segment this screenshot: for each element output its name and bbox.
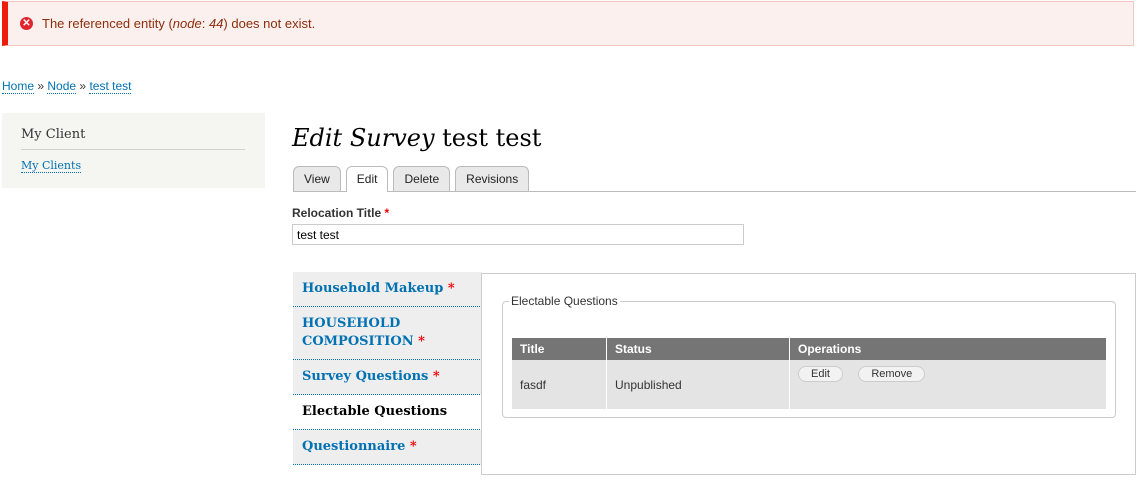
breadcrumb-home[interactable]: Home (2, 79, 35, 94)
vtab-electable-questions[interactable]: Electable Questions (293, 395, 482, 430)
header-operations: Operations (789, 338, 1107, 360)
relocation-title-input[interactable]: test test (292, 224, 744, 245)
tab-view[interactable]: View (293, 166, 341, 191)
edit-button[interactable]: Edit (798, 366, 843, 382)
page-title: Edit Survey test test (292, 124, 542, 152)
error-text: The referenced entity (node: 44) does no… (42, 16, 316, 31)
vtab-household-makeup[interactable]: Household Makeup * (293, 272, 482, 307)
error-message: ✕ The referenced entity (node: 44) does … (2, 1, 1134, 46)
primary-tabs: View Edit Delete Revisions (293, 166, 1136, 192)
tab-revisions[interactable]: Revisions (455, 166, 530, 191)
breadcrumb-current[interactable]: test test (89, 79, 132, 94)
cell-status: Unpublished (606, 360, 790, 409)
sidebar-block: My Client My Clients (2, 113, 265, 188)
vertical-tab-pane: Electable Questions Title Status Operati… (481, 273, 1136, 475)
sidebar-title: My Client (21, 127, 245, 150)
vtab-survey-questions[interactable]: Survey Questions * (293, 360, 482, 395)
header-status: Status (606, 338, 790, 360)
questions-table: Title Status Operations fasdf Unpublishe… (512, 338, 1107, 409)
my-clients-link[interactable]: My Clients (21, 159, 82, 173)
relocation-title-label: Relocation Title * (292, 206, 390, 220)
table-row: fasdf Unpublished Edit Remove (512, 360, 1107, 409)
remove-button[interactable]: Remove (858, 366, 926, 382)
tab-edit[interactable]: Edit (345, 166, 389, 192)
header-title: Title (512, 338, 607, 360)
breadcrumb: Home » Node » test test (2, 79, 132, 94)
electable-questions-fieldset: Electable Questions Title Status Operati… (502, 294, 1116, 418)
fieldset-legend: Electable Questions (511, 294, 618, 308)
cell-title: fasdf (512, 360, 607, 409)
vertical-tabs: Household Makeup * HOUSEHOLD COMPOSITION… (293, 272, 482, 465)
cell-operations: Edit Remove (789, 360, 1107, 409)
breadcrumb-node[interactable]: Node (47, 79, 77, 94)
vtab-household-composition[interactable]: HOUSEHOLD COMPOSITION * (293, 307, 482, 360)
vtab-questionnaire[interactable]: Questionnaire * (293, 430, 482, 465)
error-icon: ✕ (20, 17, 33, 30)
tab-delete[interactable]: Delete (393, 166, 451, 191)
